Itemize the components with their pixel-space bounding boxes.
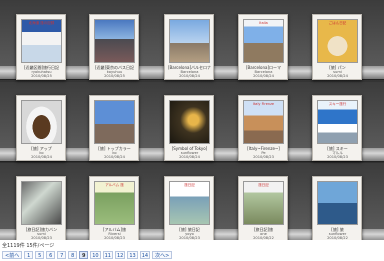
- book-date: 2010/08/25: [104, 74, 125, 78]
- thumbnail-caption: 旅日記: [258, 183, 269, 187]
- book-thumbnail[interactable]: [21, 181, 62, 225]
- thumbnail-caption: Italy Firenze: [252, 102, 275, 106]
- book-thumbnail[interactable]: 北海道 旅の記録: [21, 19, 62, 63]
- book-date: 2010/08/24: [104, 155, 125, 159]
- page-link[interactable]: 7: [57, 251, 67, 259]
- book-date: 2010/08/24: [179, 155, 200, 159]
- book-date: 2010/08/25: [31, 74, 52, 78]
- thumbnail-caption: ごはん日記: [328, 21, 347, 25]
- book-date: 2010/08/24: [31, 155, 52, 159]
- page-link[interactable]: 6: [46, 251, 56, 259]
- book-thumbnail[interactable]: Italy Firenze: [243, 100, 284, 144]
- page-link[interactable]: 12: [114, 251, 126, 259]
- book-date: 2010/08/24: [327, 74, 348, 78]
- book-thumbnail[interactable]: [94, 100, 135, 144]
- book-thumbnail[interactable]: [21, 100, 62, 144]
- thumbnail-caption: アルバム 旅: [105, 183, 124, 187]
- book-card[interactable]: [旅] トップカラー ko 2010/08/24: [89, 95, 139, 161]
- book-card[interactable]: ごはん日記 [旅] パン sumi 2010/08/24: [312, 14, 362, 80]
- bookshelf: 北海道 旅の記録 [近畿区間]旅行日記 ryokuhatsu 2010/08/2…: [0, 0, 384, 240]
- book-card[interactable]: [旅日記]旅カバン sumi 2010/08/23: [16, 176, 66, 240]
- book-thumbnail[interactable]: [94, 19, 135, 63]
- thumbnail-caption: 北海道 旅の記録: [28, 21, 55, 25]
- thumbnail-caption: Italia: [259, 21, 268, 25]
- book-thumbnail[interactable]: 旅日記: [169, 181, 210, 225]
- book-date: 2010/08/24: [179, 74, 200, 78]
- prev-page-link[interactable]: <前へ: [2, 251, 23, 259]
- book-date: 2010/08/22: [327, 236, 348, 240]
- thumbnail-caption: スキー旅行: [328, 102, 347, 106]
- book-thumbnail[interactable]: 旅日記: [243, 181, 284, 225]
- book-thumbnail[interactable]: アルバム 旅: [94, 181, 135, 225]
- book-card[interactable]: [旅] 旅 sunflower 2010/08/22: [312, 176, 362, 240]
- book-thumbnail[interactable]: [317, 181, 358, 225]
- book-date: 2010/08/23: [31, 236, 52, 240]
- book-card[interactable]: スキー旅行 [旅] スキー マルル 2010/08/23: [312, 95, 362, 161]
- book-thumbnail[interactable]: [169, 19, 210, 63]
- book-date: 2010/08/23: [327, 155, 348, 159]
- page-link[interactable]: 14: [139, 251, 151, 259]
- page-link[interactable]: 8: [68, 251, 78, 259]
- book-card[interactable]: [Barcelona]バルセロナ Barcelona 2010/08/24: [164, 14, 214, 80]
- book-thumbnail[interactable]: [169, 100, 210, 144]
- book-thumbnail[interactable]: スキー旅行: [317, 100, 358, 144]
- book-thumbnail[interactable]: Italia: [243, 19, 284, 63]
- book-date: 2010/08/23: [104, 236, 125, 240]
- book-date: 2010/08/23: [179, 236, 200, 240]
- book-card[interactable]: 旅日記 [旅日記]旅 one 2010/08/22: [238, 176, 288, 240]
- book-thumbnail[interactable]: ごはん日記: [317, 19, 358, 63]
- book-date: 2010/08/23: [253, 155, 274, 159]
- pagination: <前へ 1 5 6 7 8 9 10 11 12 13 14 次へ>: [2, 250, 173, 260]
- book-card[interactable]: Italy Firenze [Italy~Firenze~] Pe 2010/0…: [238, 95, 288, 161]
- book-card[interactable]: [近畿]東京のバス日記 koyuhuu 2010/08/25: [89, 14, 139, 80]
- book-card[interactable]: 旅日記 [旅] 旅日記 yoyo 2010/08/23: [164, 176, 214, 240]
- next-page-link[interactable]: 次へ>: [152, 251, 173, 259]
- book-card[interactable]: [旅] アップ ko 2010/08/24: [16, 95, 66, 161]
- page-link[interactable]: 1: [24, 251, 34, 259]
- page-link[interactable]: 11: [102, 251, 113, 259]
- page-link[interactable]: 5: [35, 251, 45, 259]
- thumbnail-caption: 旅日記: [184, 183, 195, 187]
- page-link[interactable]: 13: [127, 251, 138, 259]
- book-card[interactable]: アルバム 旅 [アルバム]旅 Riversi 2010/08/23: [89, 176, 139, 240]
- page-link[interactable]: 10: [90, 251, 101, 259]
- results-count: 全1119件 15件/ページ: [2, 243, 55, 249]
- book-card[interactable]: Italia [Barcelona]ローマ Barcelona 2010/08/…: [238, 14, 288, 80]
- book-card[interactable]: 北海道 旅の記録 [近畿区間]旅行日記 ryokuhatsu 2010/08/2…: [16, 14, 66, 80]
- current-page: 9: [79, 251, 89, 259]
- book-date: 2010/08/22: [253, 236, 274, 240]
- book-card[interactable]: [Symbol of Tokyo] sunflower 2010/08/24: [164, 95, 214, 161]
- book-date: 2010/08/24: [253, 74, 274, 78]
